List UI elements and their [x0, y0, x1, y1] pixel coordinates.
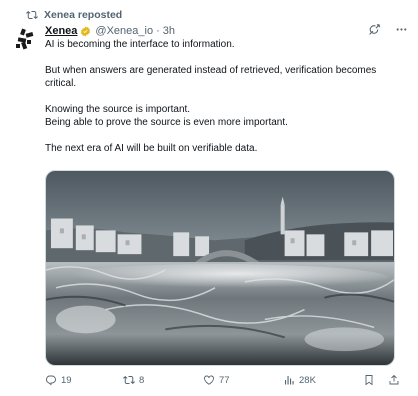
- heart-icon: [204, 375, 214, 385]
- post-text: AI is becoming the interface to informat…: [45, 38, 404, 155]
- verified-badge-icon[interactable]: [80, 25, 91, 37]
- post-line: But when answers are generated instead o…: [45, 65, 377, 89]
- post-time[interactable]: 3h: [163, 25, 175, 37]
- repost-context[interactable]: Xenea reposted: [26, 9, 122, 21]
- more-icon[interactable]: [395, 23, 408, 36]
- grok-icon[interactable]: [368, 23, 381, 36]
- author-name[interactable]: Xenea: [45, 25, 77, 37]
- tweet[interactable]: Xenea reposted Xenea @Xenea_io · 3h AI i…: [0, 0, 418, 396]
- repost-button[interactable]: 8: [123, 374, 144, 386]
- reply-icon: [46, 375, 56, 386]
- views-button[interactable]: 28K: [283, 374, 316, 386]
- post-line: Being able to prove the source is even m…: [45, 117, 288, 128]
- post-line: AI is becoming the interface to informat…: [45, 39, 235, 50]
- repost-icon: [123, 375, 135, 385]
- bookmark-icon: [365, 375, 373, 386]
- water-town-photo: [46, 171, 394, 365]
- share-button[interactable]: [388, 374, 400, 386]
- like-count: 77: [219, 374, 230, 386]
- action-bar: 19 8 77 28K: [45, 372, 408, 390]
- like-button[interactable]: 77: [203, 374, 230, 386]
- repost-icon: [26, 10, 38, 20]
- repost-label: Xenea reposted: [44, 9, 123, 21]
- tweet-header: Xenea @Xenea_io · 3h: [45, 23, 408, 39]
- post-line: Knowing the source is important.: [45, 104, 191, 115]
- bookmark-button[interactable]: [363, 374, 375, 386]
- post-line: The next era of AI will be built on veri…: [45, 143, 258, 154]
- author-handle[interactable]: @Xenea_io: [95, 25, 153, 37]
- views-count: 28K: [299, 374, 316, 386]
- views-icon: [285, 376, 294, 385]
- reply-button[interactable]: 19: [45, 374, 72, 386]
- post-image[interactable]: [45, 170, 395, 366]
- reply-count: 19: [61, 374, 72, 386]
- repost-count: 8: [139, 374, 145, 386]
- share-icon: [389, 374, 399, 385]
- xenea-logo-icon: [16, 28, 34, 50]
- avatar[interactable]: [10, 24, 40, 54]
- separator-dot: ·: [156, 25, 160, 37]
